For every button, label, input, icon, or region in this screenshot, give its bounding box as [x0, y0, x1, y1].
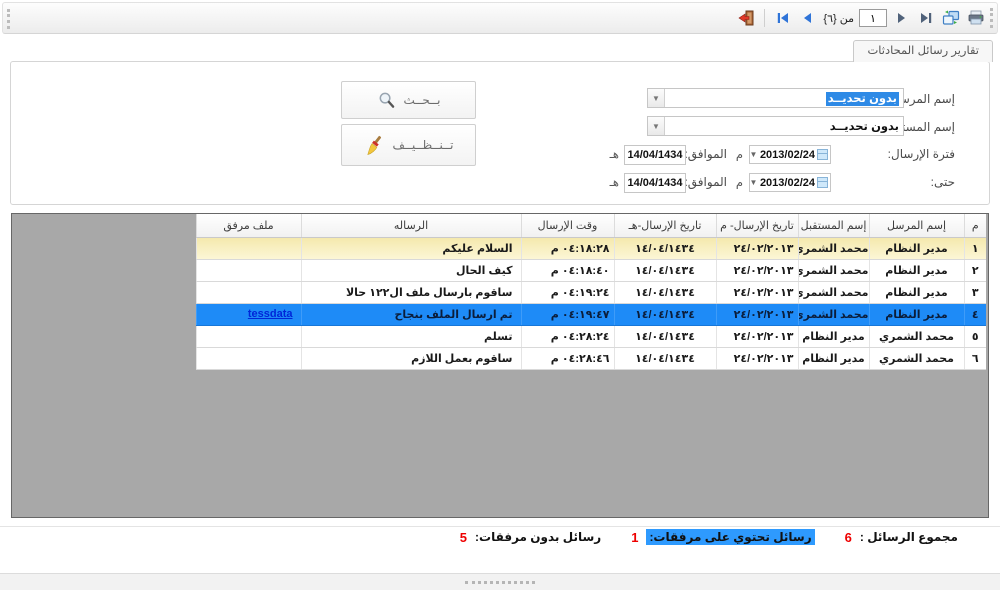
gregorian-marker: م — [736, 147, 743, 161]
switch-windows-icon — [942, 10, 960, 26]
previous-record-icon — [801, 12, 814, 24]
toolbar-separator — [764, 9, 765, 27]
corresponding-label: الموافق: — [684, 147, 727, 161]
table-row-1[interactable]: ١ مدير النظام محمد الشمري ٢٤/٠٢/٢٠١٣ ١٤/… — [196, 237, 986, 259]
column-header-receiver[interactable]: إسم المستقبل — [798, 214, 869, 237]
clean-button[interactable]: تــنــظــيــف — [341, 124, 476, 166]
period-date-value: 2013/02/24 — [760, 149, 815, 161]
column-header-sender[interactable]: إسم المرسل — [869, 214, 964, 237]
sender-name-value: بدون تحديــد — [826, 92, 899, 106]
column-header-date-hijri[interactable]: تاريخ الإرسال-هـ — [614, 214, 716, 237]
table-row-5[interactable]: ٥ محمد الشمري مدير النظام ٢٤/٠٢/٢٠١٣ ١٤/… — [196, 325, 986, 347]
total-messages: مجموع الرسائل : 6 — [845, 530, 958, 545]
column-header-date-gregorian[interactable]: تاريخ الإرسال- م — [716, 214, 798, 237]
chevron-down-icon[interactable]: ▼ — [648, 89, 665, 107]
table-row-6[interactable]: ٦ محمد الشمري مدير النظام ٢٤/٠٢/٢٠١٣ ١٤/… — [196, 347, 986, 369]
until-date-value: 2013/02/24 — [760, 177, 815, 189]
table-header-row: م إسم المرسل إسم المستقبل تاريخ الإرسال-… — [196, 214, 986, 237]
tab-chat-message-reports[interactable]: تقارير رسائل المحادثات — [853, 40, 993, 62]
seek-first-icon — [776, 12, 789, 24]
messages-without-attachments: رسائل بدون مرفقات: 5 — [460, 530, 601, 545]
broom-icon — [364, 135, 385, 156]
seek-last-icon — [920, 12, 933, 24]
bottom-strip — [0, 573, 1000, 590]
with-attachments-count: 1 — [631, 530, 638, 545]
hijri-marker: هـ — [610, 147, 619, 161]
column-header-attachment[interactable]: ملف مرفق — [196, 214, 301, 237]
chevron-down-icon: ▼ — [747, 178, 760, 187]
attachment-link[interactable]: tessdata — [248, 308, 293, 320]
chevron-down-icon[interactable]: ▼ — [648, 117, 665, 135]
until-label: حتى: — [931, 175, 955, 189]
exit-button[interactable] — [736, 7, 758, 29]
toolbar-grip[interactable] — [990, 8, 993, 28]
door-exit-icon — [738, 10, 756, 26]
record-count-label: من {٦} — [821, 12, 856, 25]
search-button[interactable]: بــحــث — [341, 81, 476, 119]
next-record-button[interactable] — [890, 7, 912, 29]
refresh-button[interactable] — [940, 7, 962, 29]
table-row-4-selected[interactable]: ٤ مدير النظام محمد الشمري ٢٤/٠٢/٢٠١٣ ١٤/… — [196, 303, 986, 325]
column-header-num[interactable]: م — [964, 214, 986, 237]
print-button[interactable] — [965, 7, 987, 29]
messages-with-attachments: رسائل تحتوي على مرفقات: 1 — [631, 529, 814, 545]
receiver-name-value: بدون تحديــد — [665, 119, 903, 133]
record-navigation-toolbar: من {٦} — [2, 2, 998, 34]
without-attachments-count: 5 — [460, 530, 467, 545]
summary-bar: مجموع الرسائل : 6 رسائل تحتوي على مرفقات… — [460, 529, 958, 545]
splitter-grip[interactable] — [465, 581, 535, 584]
previous-record-button[interactable] — [796, 7, 818, 29]
total-messages-label: مجموع الرسائل : — [860, 530, 958, 544]
total-messages-count: 6 — [845, 530, 852, 545]
corresponding-label: الموافق: — [684, 175, 727, 189]
last-record-button[interactable] — [915, 7, 937, 29]
gregorian-marker: م — [736, 175, 743, 189]
search-icon — [377, 91, 396, 110]
sender-name-combo[interactable]: بدون تحديــد ▼ — [647, 88, 904, 108]
until-date-picker[interactable]: 2013/02/24 ▼ — [749, 173, 831, 192]
printer-icon — [967, 10, 985, 26]
without-attachments-label: رسائل بدون مرفقات: — [475, 530, 601, 544]
chat-reports-window: { "toolbar": { "of_label": "من {٦}", "po… — [0, 0, 1000, 590]
messages-table: م إسم المرسل إسم المستقبل تاريخ الإرسال-… — [196, 214, 987, 370]
summary-divider — [0, 526, 1000, 527]
table-row-2[interactable]: ٢ مدير النظام محمد الشمري ٢٤/٠٢/٢٠١٣ ١٤/… — [196, 259, 986, 281]
period-date-picker[interactable]: 2013/02/24 ▼ — [749, 145, 831, 164]
chevron-down-icon: ▼ — [747, 150, 760, 159]
search-button-label: بــحــث — [404, 93, 441, 107]
until-hijri-input[interactable] — [624, 173, 686, 193]
table-row-3[interactable]: ٣ مدير النظام محمد الشمري ٢٤/٠٢/٢٠١٣ ١٤/… — [196, 281, 986, 303]
grid-panel: م إسم المرسل إسم المستقبل تاريخ الإرسال-… — [11, 213, 989, 518]
clean-button-label: تــنــظــيــف — [393, 138, 454, 152]
hijri-marker: هـ — [610, 175, 619, 189]
period-hijri-input[interactable] — [624, 145, 686, 165]
column-header-message[interactable]: الرساله — [301, 214, 521, 237]
receiver-name-combo[interactable]: بدون تحديــد ▼ — [647, 116, 904, 136]
filter-panel: إسم المرسل: بدون تحديــد ▼ إسم المستقبل:… — [10, 61, 990, 205]
send-period-label: فترة الإرسال: — [888, 147, 955, 161]
column-header-time[interactable]: وقت الإرسال — [521, 214, 614, 237]
toolbar-grip[interactable] — [7, 9, 10, 29]
record-position-input[interactable] — [859, 9, 887, 27]
first-record-button[interactable] — [771, 7, 793, 29]
next-record-icon — [895, 12, 908, 24]
calendar-icon — [817, 177, 828, 188]
with-attachments-label: رسائل تحتوي على مرفقات: — [646, 529, 814, 545]
calendar-icon — [817, 149, 828, 160]
